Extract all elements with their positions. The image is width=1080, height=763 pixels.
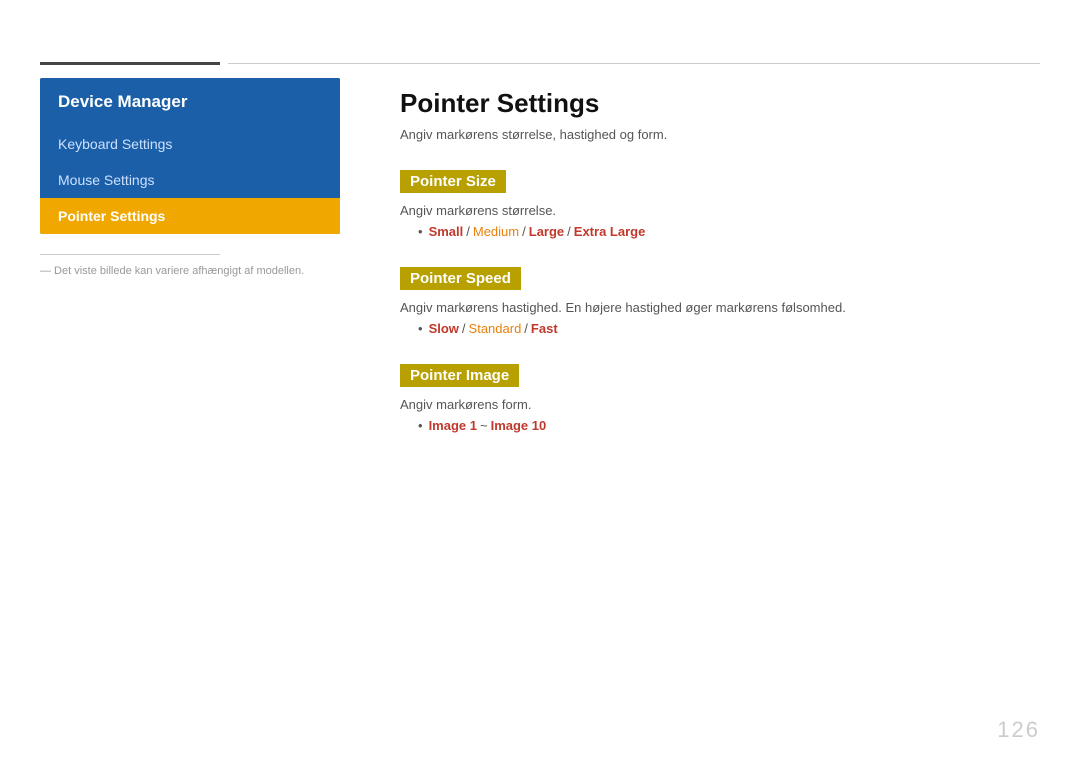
sidebar-title: Device Manager bbox=[40, 78, 340, 126]
section-options-pointer-image: • Image 1 ~ Image 10 bbox=[400, 418, 1040, 433]
main-layout: Device Manager Keyboard Settings Mouse S… bbox=[40, 78, 1040, 723]
top-bar bbox=[40, 62, 1040, 64]
opt-image-10: Image 10 bbox=[491, 418, 547, 433]
section-options-pointer-size: • Small / Medium / Large / Extra Large bbox=[400, 224, 1040, 239]
section-pointer-speed: Pointer Speed Angiv markørens hastighed.… bbox=[400, 267, 1040, 336]
opt-fast: Fast bbox=[531, 321, 558, 336]
sep-6: ~ bbox=[480, 418, 488, 433]
section-heading-pointer-speed: Pointer Speed bbox=[400, 267, 521, 290]
page-number: 126 bbox=[997, 717, 1040, 743]
sidebar-menu: Device Manager Keyboard Settings Mouse S… bbox=[40, 78, 340, 234]
section-pointer-size: Pointer Size Angiv markørens størrelse. … bbox=[400, 170, 1040, 239]
opt-small: Small bbox=[429, 224, 464, 239]
sep-2: / bbox=[522, 224, 526, 239]
opt-slow: Slow bbox=[429, 321, 459, 336]
sep-4: / bbox=[462, 321, 466, 336]
section-desc-pointer-speed: Angiv markørens hastighed. En højere has… bbox=[400, 300, 1040, 315]
section-heading-pointer-size: Pointer Size bbox=[400, 170, 506, 193]
sidebar-item-pointer[interactable]: Pointer Settings bbox=[40, 198, 340, 234]
sidebar-note: ― Det viste billede kan variere afhængig… bbox=[40, 265, 340, 277]
sep-5: / bbox=[524, 321, 528, 336]
bullet-pointer-image: • bbox=[418, 418, 423, 433]
top-bar-dark-segment bbox=[40, 62, 220, 65]
opt-large: Large bbox=[529, 224, 564, 239]
section-desc-pointer-image: Angiv markørens form. bbox=[400, 397, 1040, 412]
section-heading-pointer-image: Pointer Image bbox=[400, 364, 519, 387]
opt-image-1: Image 1 bbox=[429, 418, 477, 433]
main-content: Pointer Settings Angiv markørens størrel… bbox=[400, 78, 1040, 723]
bullet-pointer-size: • bbox=[418, 224, 423, 239]
sidebar-divider bbox=[40, 254, 220, 255]
top-bar-light-segment bbox=[228, 63, 1040, 64]
opt-medium: Medium bbox=[473, 224, 519, 239]
sidebar-item-keyboard[interactable]: Keyboard Settings bbox=[40, 126, 340, 162]
section-pointer-image: Pointer Image Angiv markørens form. • Im… bbox=[400, 364, 1040, 433]
section-desc-pointer-size: Angiv markørens størrelse. bbox=[400, 203, 1040, 218]
sep-3: / bbox=[567, 224, 571, 239]
sidebar: Device Manager Keyboard Settings Mouse S… bbox=[40, 78, 340, 723]
page-subtitle: Angiv markørens størrelse, hastighed og … bbox=[400, 127, 1040, 142]
bullet-pointer-speed: • bbox=[418, 321, 423, 336]
opt-extra-large: Extra Large bbox=[574, 224, 646, 239]
sidebar-item-mouse[interactable]: Mouse Settings bbox=[40, 162, 340, 198]
opt-standard: Standard bbox=[469, 321, 522, 336]
section-options-pointer-speed: • Slow / Standard / Fast bbox=[400, 321, 1040, 336]
sep-1: / bbox=[466, 224, 470, 239]
page-title: Pointer Settings bbox=[400, 88, 1040, 119]
